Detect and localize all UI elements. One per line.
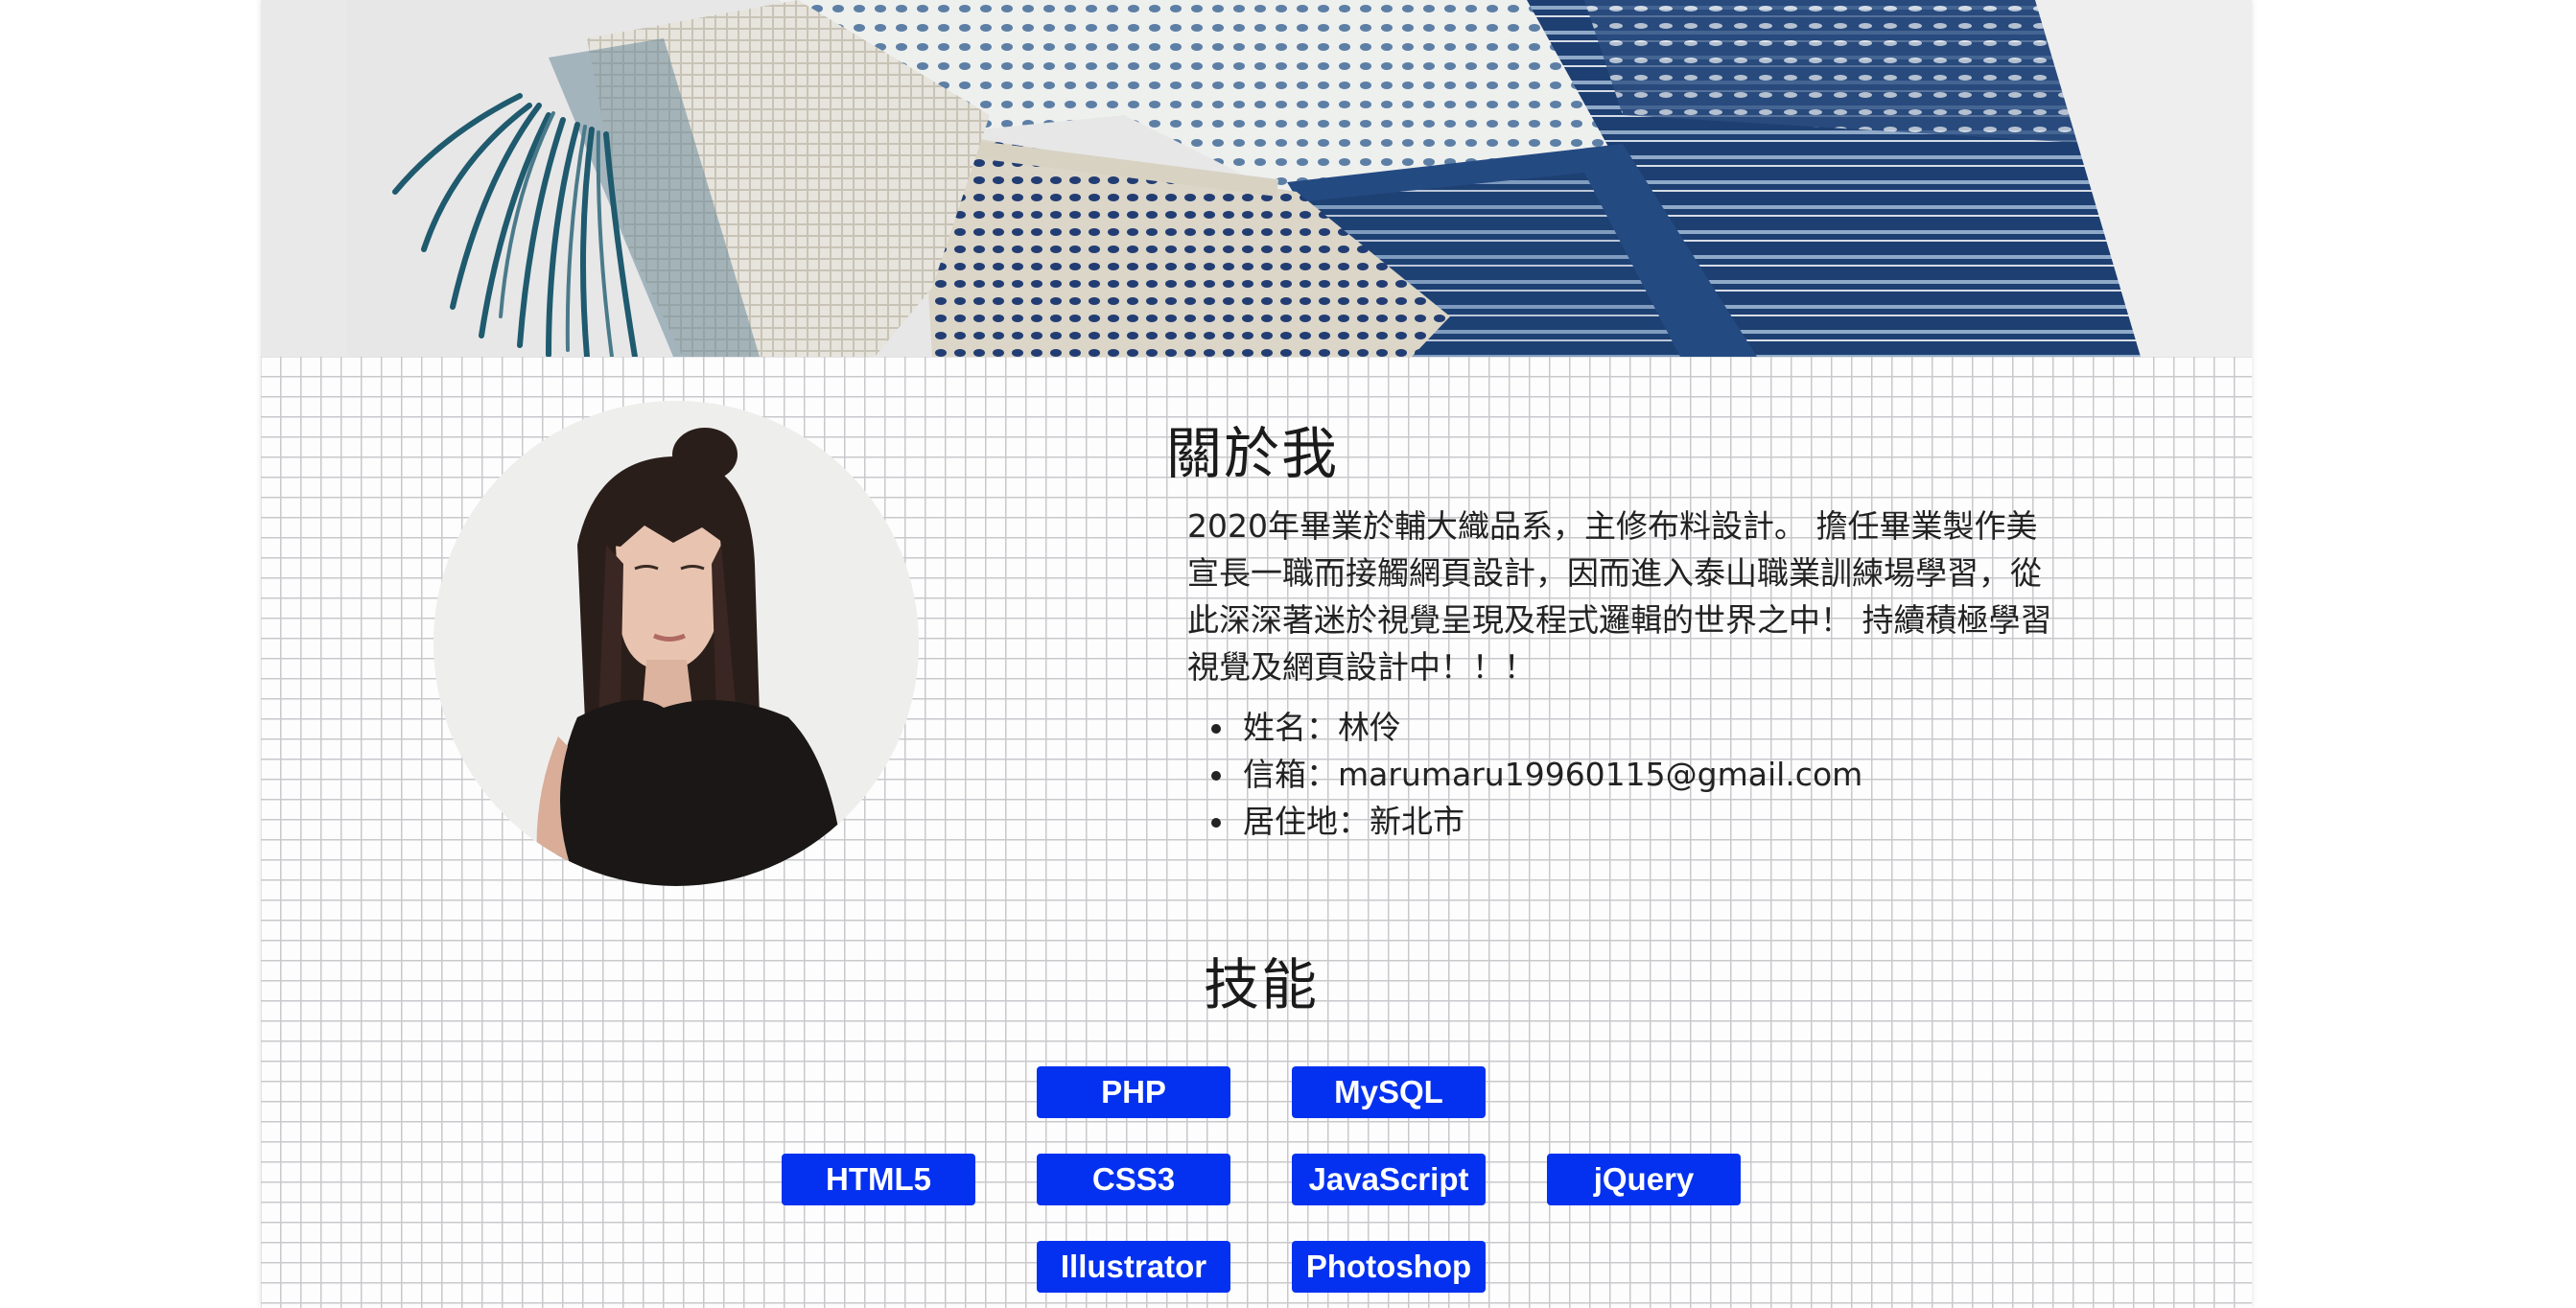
info-name: 姓名：林伶 <box>1237 704 1862 751</box>
info-location: 居住地：新北市 <box>1237 798 1862 845</box>
skill-button-javascript[interactable]: JavaScript <box>1292 1154 1486 1205</box>
skills-title: 技能 <box>1203 952 1319 1017</box>
skill-button-html5[interactable]: HTML5 <box>782 1154 975 1205</box>
skill-row: HTML5 CSS3 JavaScript jQuery <box>261 1154 2252 1207</box>
about-title: 關於我 <box>1166 421 1340 486</box>
content-section: 關於我 2020年畢業於輔大織品系，主修布料設計。 擔任畢業製作美 宣長一職而接… <box>261 357 2252 1308</box>
skill-button-photoshop[interactable]: Photoshop <box>1292 1241 1486 1293</box>
about-description: 2020年畢業於輔大織品系，主修布料設計。 擔任畢業製作美 宣長一職而接觸網頁設… <box>1187 507 2052 686</box>
hero-banner-image <box>261 0 2252 357</box>
skill-button-mysql[interactable]: MySQL <box>1292 1066 1486 1118</box>
profile-info-list: 姓名：林伶 信箱：marumaru19960115@gmail.com 居住地：… <box>1208 704 1862 845</box>
info-email: 信箱：marumaru19960115@gmail.com <box>1237 751 1862 798</box>
resume-page: 關於我 2020年畢業於輔大織品系，主修布料設計。 擔任畢業製作美 宣長一職而接… <box>261 0 2252 1308</box>
skill-button-php[interactable]: PHP <box>1037 1066 1230 1118</box>
skills-grid: PHP MySQL HTML5 CSS3 JavaScript jQuery I… <box>261 1066 2252 1308</box>
skill-button-illustrator[interactable]: Illustrator <box>1037 1241 1230 1293</box>
skill-button-jquery[interactable]: jQuery <box>1547 1154 1741 1205</box>
skill-row: PHP MySQL <box>261 1066 2252 1120</box>
profile-photo <box>433 401 919 886</box>
skill-button-css3[interactable]: CSS3 <box>1037 1154 1230 1205</box>
skill-row: Illustrator Photoshop <box>261 1241 2252 1295</box>
